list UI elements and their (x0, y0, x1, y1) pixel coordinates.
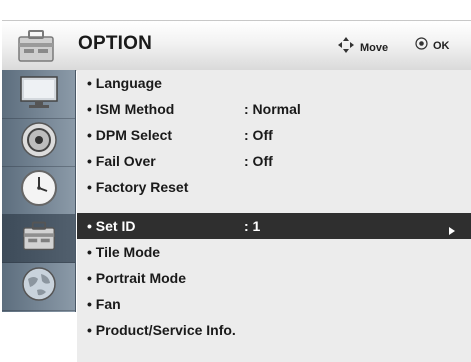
sidebar-item-time[interactable] (2, 166, 75, 215)
menu-item-label: • Fail Over (87, 153, 156, 169)
menu-item-tile-mode[interactable]: • Tile Mode (77, 239, 471, 265)
option-menu-list: • Language • ISM Method : Normal • DPM S… (77, 70, 471, 362)
menu-item-label: • Portrait Mode (87, 270, 187, 286)
menu-item-product-service-info[interactable]: • Product/Service Info. (77, 317, 471, 343)
speaker-icon (20, 121, 58, 164)
menu-item-label: • Set ID (87, 218, 136, 234)
menu-item-value: : Off (244, 127, 273, 143)
menu-item-label: • Fan (87, 296, 121, 312)
category-sidebar (2, 70, 76, 312)
toolbox-icon (20, 219, 58, 258)
menu-item-label: • Factory Reset (87, 179, 189, 195)
menu-item-factory-reset[interactable]: • Factory Reset (77, 174, 471, 200)
menu-item-fan[interactable]: • Fan (77, 291, 471, 317)
ok-hint: OK (415, 37, 450, 55)
monitor-icon (19, 75, 59, 114)
clock-icon (20, 169, 58, 212)
move-label: Move (360, 41, 389, 54)
ok-label: OK (433, 40, 450, 52)
menu-item-dpm-select[interactable]: • DPM Select : Off (77, 122, 471, 148)
menu-item-value: : 1 (244, 218, 261, 234)
menu-item-ism-method[interactable]: • ISM Method : Normal (77, 96, 471, 122)
option-menu-window: OPTION Move OK • Language • ISM Method:… (0, 0, 471, 362)
globe-icon (20, 265, 58, 308)
menu-header: OPTION Move OK (2, 20, 471, 71)
sidebar-item-option[interactable] (2, 214, 75, 263)
menu-item-set-id[interactable]: • Set ID : 1 (77, 213, 471, 239)
menu-item-label: • Language (87, 75, 162, 91)
toolbox-icon (16, 27, 56, 65)
dpad-icon (338, 37, 354, 58)
sidebar-item-audio[interactable] (2, 118, 75, 167)
ok-button-icon (415, 37, 428, 55)
menu-item-portrait-mode[interactable]: • Portrait Mode (77, 265, 471, 291)
menu-item-label: • DPM Select (87, 127, 173, 143)
menu-item-language[interactable]: • Language (77, 70, 471, 96)
page-title: OPTION (78, 33, 153, 54)
move-hint: Move (338, 37, 388, 58)
menu-item-label: • ISM Method (87, 101, 175, 117)
menu-item-value: : Off (244, 153, 273, 169)
menu-item-label: • Product/Service Info. (87, 322, 236, 338)
menu-item-value: : Normal (244, 101, 301, 117)
sidebar-item-network[interactable] (2, 262, 75, 311)
chevron-right-icon (449, 222, 455, 238)
menu-item-fail-over[interactable]: • Fail Over : Off (77, 148, 471, 174)
menu-item-label: • Tile Mode (87, 244, 161, 260)
sidebar-item-picture[interactable] (2, 70, 75, 119)
